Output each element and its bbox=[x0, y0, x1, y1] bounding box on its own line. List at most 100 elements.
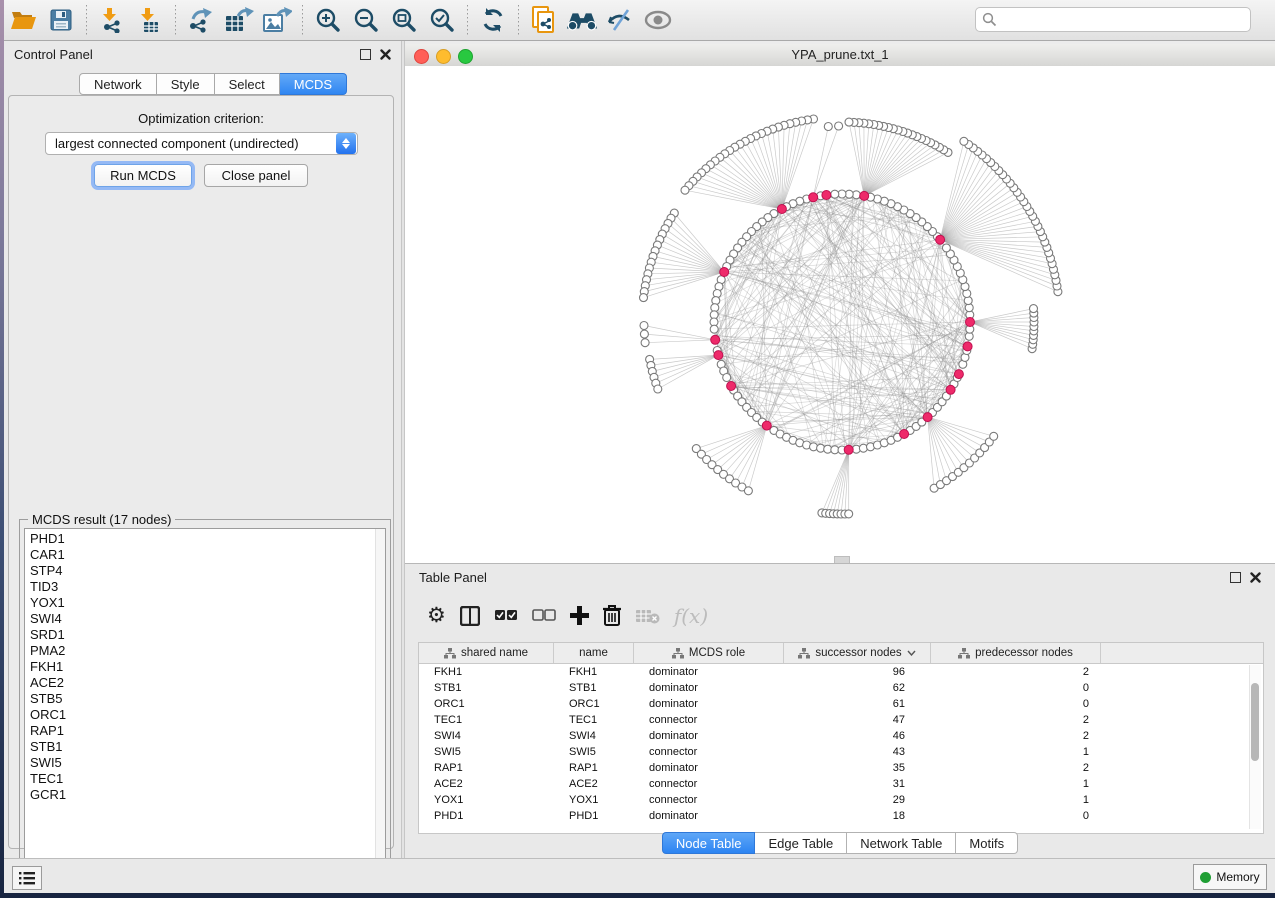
column-header-shared-name[interactable]: shared name bbox=[419, 643, 554, 663]
table-cell: 0 bbox=[931, 698, 1101, 710]
close-panel-button[interactable]: Close panel bbox=[204, 164, 308, 187]
settings-icon[interactable]: ⚙ bbox=[427, 605, 446, 626]
table-cell: TEC1 bbox=[554, 714, 634, 726]
list-item[interactable]: CAR1 bbox=[30, 547, 385, 563]
list-item[interactable]: YOX1 bbox=[30, 595, 385, 611]
task-history-button[interactable] bbox=[12, 866, 42, 890]
network-graph[interactable] bbox=[405, 66, 1275, 563]
list-item[interactable]: STP4 bbox=[30, 563, 385, 579]
tab-node-table[interactable]: Node Table bbox=[662, 832, 756, 854]
list-item[interactable]: STB5 bbox=[30, 691, 385, 707]
list-item[interactable]: STB1 bbox=[30, 739, 385, 755]
tab-mcds[interactable]: MCDS bbox=[280, 73, 347, 95]
table-cell: 31 bbox=[784, 778, 931, 790]
table-cell: 18 bbox=[784, 810, 931, 822]
tab-motifs[interactable]: Motifs bbox=[956, 832, 1018, 854]
list-item[interactable]: FKH1 bbox=[30, 659, 385, 675]
mcds-result-list[interactable]: PHD1CAR1STP4TID3YOX1SWI4SRD1PMA2FKH1ACE2… bbox=[24, 528, 386, 886]
toolbar-separator bbox=[86, 5, 87, 35]
table-cell: PHD1 bbox=[554, 810, 634, 822]
tab-style[interactable]: Style bbox=[157, 73, 215, 95]
list-item[interactable]: TID3 bbox=[30, 579, 385, 595]
export-image-icon[interactable] bbox=[260, 5, 294, 35]
mcds-result-items: PHD1CAR1STP4TID3YOX1SWI4SRD1PMA2FKH1ACE2… bbox=[25, 529, 385, 803]
column-header-successor-nodes[interactable]: successor nodes bbox=[784, 643, 931, 663]
float-window-icon[interactable] bbox=[1230, 572, 1241, 583]
list-item[interactable]: SWI4 bbox=[30, 611, 385, 627]
table-cell: ORC1 bbox=[554, 698, 634, 710]
column-header-mcds-role[interactable]: MCDS role bbox=[634, 643, 784, 663]
export-table-icon[interactable] bbox=[222, 5, 256, 35]
deselect-all-icon[interactable] bbox=[532, 609, 556, 622]
table-panel-tabs: Node Table Edge Table Network Table Moti… bbox=[405, 832, 1275, 854]
list-item[interactable]: ACE2 bbox=[30, 675, 385, 691]
memory-status-icon bbox=[1200, 872, 1211, 883]
list-item[interactable]: SRD1 bbox=[30, 627, 385, 643]
table-row[interactable]: TEC1TEC1connector472 bbox=[419, 712, 1263, 728]
table-row[interactable]: ACE2ACE2connector311 bbox=[419, 776, 1263, 792]
zoom-in-icon[interactable] bbox=[311, 5, 345, 35]
import-network-icon[interactable] bbox=[95, 5, 129, 35]
table-row[interactable]: PHD1PHD1dominator180 bbox=[419, 808, 1263, 824]
table-toolbar: ⚙ f(x) bbox=[415, 592, 1265, 639]
search-network-icon[interactable] bbox=[565, 5, 599, 35]
save-session-icon[interactable] bbox=[44, 5, 78, 35]
table-cell: connector bbox=[634, 746, 784, 758]
open-file-icon[interactable] bbox=[6, 5, 40, 35]
refresh-icon[interactable] bbox=[476, 5, 510, 35]
zoom-fit-icon[interactable] bbox=[387, 5, 421, 35]
table-row[interactable]: FKH1FKH1dominator962 bbox=[419, 664, 1263, 680]
tab-network[interactable]: Network bbox=[79, 73, 157, 95]
select-all-icon[interactable] bbox=[494, 609, 518, 622]
float-window-icon[interactable] bbox=[360, 49, 371, 60]
table-scrollbar[interactable] bbox=[1249, 665, 1261, 829]
memory-button[interactable]: Memory bbox=[1193, 864, 1267, 890]
clone-network-icon[interactable] bbox=[527, 5, 561, 35]
close-panel-icon[interactable] bbox=[1250, 572, 1261, 583]
list-item[interactable]: TEC1 bbox=[30, 771, 385, 787]
table-scrollbar-thumb[interactable] bbox=[1251, 683, 1259, 761]
result-list-scrollbar[interactable] bbox=[375, 529, 385, 885]
close-panel-icon[interactable] bbox=[380, 49, 391, 60]
table-cell: dominator bbox=[634, 730, 784, 742]
split-columns-icon[interactable] bbox=[460, 606, 480, 626]
network-window-titlebar[interactable]: YPA_prune.txt_1 bbox=[405, 44, 1275, 67]
network-search-box[interactable] bbox=[975, 7, 1251, 32]
table-header: shared name name MCDS role successor nod… bbox=[419, 643, 1263, 664]
show-details-icon[interactable] bbox=[641, 5, 675, 35]
list-item[interactable]: PMA2 bbox=[30, 643, 385, 659]
table-row[interactable]: STB1STB1dominator620 bbox=[419, 680, 1263, 696]
criterion-dropdown[interactable]: largest connected component (undirected) bbox=[45, 132, 358, 155]
control-panel-tabs: Network Style Select MCDS bbox=[79, 73, 347, 95]
hide-details-icon[interactable] bbox=[603, 5, 637, 35]
table-row[interactable]: SWI5SWI5connector431 bbox=[419, 744, 1263, 760]
list-item[interactable]: SWI5 bbox=[30, 755, 385, 771]
node-table[interactable]: shared name name MCDS role successor nod… bbox=[418, 642, 1264, 834]
list-item[interactable]: ORC1 bbox=[30, 707, 385, 723]
table-row[interactable]: ORC1ORC1dominator610 bbox=[419, 696, 1263, 712]
network-view-canvas[interactable] bbox=[405, 66, 1275, 563]
column-header-predecessor-nodes[interactable]: predecessor nodes bbox=[931, 643, 1101, 663]
zoom-out-icon[interactable] bbox=[349, 5, 383, 35]
tab-select[interactable]: Select bbox=[215, 73, 280, 95]
list-item[interactable]: GCR1 bbox=[30, 787, 385, 803]
attribute-icon bbox=[798, 648, 810, 659]
export-network-icon[interactable] bbox=[184, 5, 218, 35]
run-mcds-button[interactable]: Run MCDS bbox=[94, 164, 192, 187]
import-table-icon[interactable] bbox=[133, 5, 167, 35]
delete-column-icon[interactable] bbox=[603, 605, 621, 626]
add-column-icon[interactable] bbox=[570, 606, 589, 625]
list-item[interactable]: PHD1 bbox=[30, 531, 385, 547]
column-header-name[interactable]: name bbox=[554, 643, 634, 663]
table-cell: 47 bbox=[784, 714, 931, 726]
list-item[interactable]: RAP1 bbox=[30, 723, 385, 739]
search-input[interactable] bbox=[997, 12, 1250, 28]
memory-label: Memory bbox=[1216, 870, 1259, 884]
zoom-selected-icon[interactable] bbox=[425, 5, 459, 35]
table-row[interactable]: YOX1YOX1connector291 bbox=[419, 792, 1263, 808]
table-row[interactable]: RAP1RAP1dominator352 bbox=[419, 760, 1263, 776]
table-row[interactable]: SWI4SWI4dominator462 bbox=[419, 728, 1263, 744]
tab-network-table[interactable]: Network Table bbox=[847, 832, 956, 854]
tab-edge-table[interactable]: Edge Table bbox=[755, 832, 847, 854]
sort-descending-icon bbox=[907, 650, 916, 656]
